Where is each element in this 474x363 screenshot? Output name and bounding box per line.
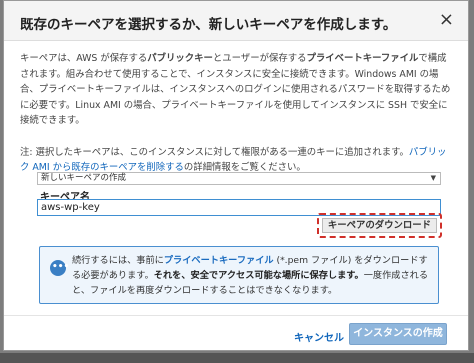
description-part: とユーザーが保存する <box>212 53 307 64</box>
cancel-button[interactable]: キャンセル <box>294 329 344 344</box>
info-message-box: ••• 続行するには、事前にプライベートキーファイル (*.pem ファイル) … <box>39 246 439 304</box>
chevron-down-icon: ▼ <box>430 174 436 182</box>
download-key-pair-button[interactable]: キーペアのダウンロード <box>322 218 437 233</box>
chat-bubble-icon: ••• <box>50 260 70 276</box>
public-key-term: パブリックキー <box>147 53 213 64</box>
note-text: 注: 選択したキーペアは、このインスタンスに対して権限がある一連のキーに追加され… <box>20 145 452 176</box>
dialog-header: 既存のキーペアを選択するか、新しいキーペアを作成します。 × <box>4 1 468 41</box>
footer-divider <box>4 315 468 316</box>
background-page <box>0 353 474 363</box>
select-value: 新しいキーペアの作成 <box>41 173 127 183</box>
launch-instance-button[interactable]: インスタンスの作成 <box>349 323 447 345</box>
key-pair-dialog: 既存のキーペアを選択するか、新しいキーペアを作成します。 × キーペアは、AWS… <box>3 0 469 351</box>
dialog-title: 既存のキーペアを選択するか、新しいキーペアを作成します。 <box>20 17 397 33</box>
download-highlight: キーペアのダウンロード <box>317 213 442 238</box>
private-key-file-term: プライベートキーファイル <box>163 255 274 266</box>
description-part: キーペアは、AWS が保存する <box>20 53 148 64</box>
dialog-body: キーペアは、AWS が保存するパブリックキーとユーザーが保存するプライベートキー… <box>4 51 468 176</box>
note-prefix: 注: 選択したキーペアは、このインスタンスに対して権限がある一連のキーに追加され… <box>20 146 409 158</box>
info-icon-dots: ••• <box>52 262 70 272</box>
description-text: キーペアは、AWS が保存するパブリックキーとユーザーが保存するプライベートキー… <box>20 51 452 129</box>
info-bold-part: それを、安全でアクセス可能な場所に保存します。 <box>153 270 364 281</box>
key-pair-select[interactable]: 新しいキーペアの作成 ▼ <box>37 172 441 185</box>
close-icon[interactable]: × <box>439 10 454 30</box>
info-message-text: 続行するには、事前にプライベートキーファイル (*.pem ファイル) をダウン… <box>72 253 432 298</box>
private-key-term: プライベートキーファイル <box>306 53 419 64</box>
info-part: 続行するには、事前に <box>72 255 164 266</box>
